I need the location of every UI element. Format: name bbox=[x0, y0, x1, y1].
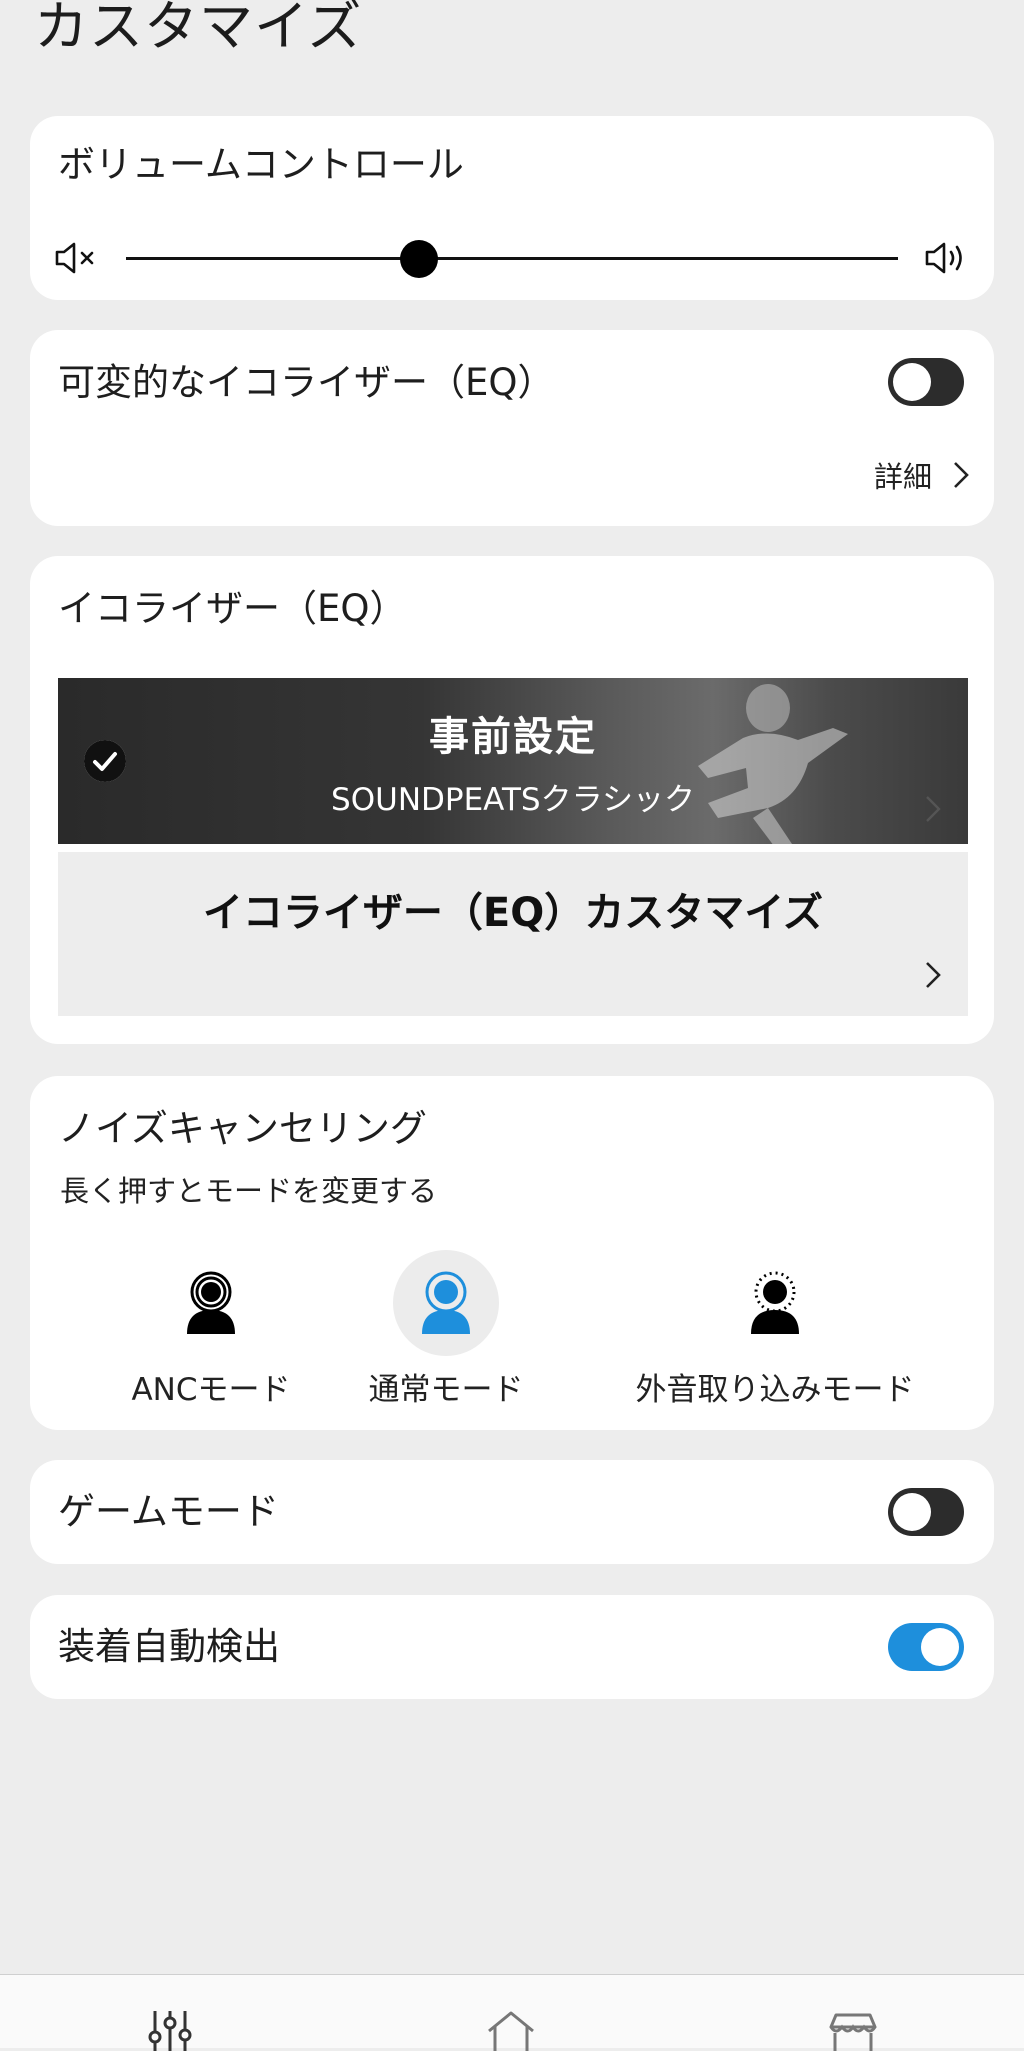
toggle-knob bbox=[921, 1628, 959, 1666]
page-title: カスタマイズ bbox=[34, 0, 363, 58]
game-mode-card: ゲームモード bbox=[30, 1460, 994, 1564]
noise-cancelling-title: ノイズキャンセリング bbox=[58, 1107, 427, 1150]
game-mode-toggle[interactable] bbox=[888, 1488, 964, 1536]
wear-detection-toggle[interactable] bbox=[888, 1623, 964, 1671]
chevron-right-icon bbox=[926, 796, 941, 822]
toggle-knob bbox=[893, 363, 931, 401]
speaker-mute-icon[interactable] bbox=[54, 240, 100, 276]
wear-detection-title: 装着自動検出 bbox=[58, 1625, 280, 1668]
details-link[interactable]: 詳細 bbox=[874, 454, 970, 496]
speaker-loud-icon[interactable] bbox=[924, 240, 970, 276]
noise-cancelling-subtitle: 長く押すとモードを変更する bbox=[60, 1174, 438, 1208]
mode-label: ANCモード bbox=[131, 1372, 291, 1408]
toggle-knob bbox=[893, 1493, 931, 1531]
bottom-nav bbox=[0, 1974, 1024, 2051]
chevron-right-icon bbox=[926, 962, 941, 988]
game-mode-title: ゲームモード bbox=[58, 1490, 279, 1533]
mode-icon-wrap bbox=[393, 1250, 499, 1356]
equalizer-title: イコライザー（EQ） bbox=[58, 587, 407, 630]
mode-icon-wrap bbox=[158, 1250, 264, 1356]
normal-mode-icon bbox=[422, 1271, 470, 1334]
ambient-mode-option[interactable]: 外音取り込みモード bbox=[615, 1250, 935, 1409]
wear-detection-card: 装着自動検出 bbox=[30, 1595, 994, 1699]
variable-eq-card: 可変的なイコライザー（EQ） 詳細 bbox=[30, 330, 994, 526]
store-icon[interactable] bbox=[828, 2011, 878, 2051]
volume-slider-track[interactable] bbox=[126, 257, 898, 260]
variable-eq-title: 可変的なイコライザー（EQ） bbox=[58, 361, 555, 404]
equalizer-card: イコライザー（EQ） 事前設定 SOUNDPEATSクラシック イコライザー（E… bbox=[30, 556, 994, 1044]
anc-mode-icon bbox=[187, 1271, 235, 1334]
equalizer-sliders-icon[interactable] bbox=[145, 2011, 195, 2051]
anc-mode-option[interactable]: ANCモード bbox=[101, 1250, 321, 1409]
noise-cancelling-card: ノイズキャンセリング 長く押すとモードを変更する ANCモード 通常モード 外音… bbox=[30, 1076, 994, 1430]
ambient-mode-icon bbox=[751, 1271, 799, 1334]
mode-label: 外音取り込みモード bbox=[635, 1372, 915, 1408]
mode-label: 通常モード bbox=[368, 1372, 524, 1408]
details-label: 詳細 bbox=[873, 460, 932, 494]
home-icon[interactable] bbox=[486, 2011, 536, 2051]
volume-title: ボリュームコントロール bbox=[58, 143, 464, 186]
volume-card: ボリュームコントロール bbox=[30, 116, 994, 300]
chevron-right-icon bbox=[954, 462, 969, 488]
custom-eq-button[interactable]: イコライザー（EQ）カスタマイズ bbox=[58, 852, 968, 1016]
variable-eq-toggle[interactable] bbox=[888, 358, 964, 406]
volume-slider-thumb[interactable] bbox=[400, 240, 439, 278]
preset-title: 事前設定 bbox=[429, 714, 597, 760]
preset-subtitle: SOUNDPEATSクラシック bbox=[331, 782, 695, 818]
normal-mode-option[interactable]: 通常モード bbox=[336, 1250, 556, 1409]
preset-eq-banner[interactable]: 事前設定 SOUNDPEATSクラシック bbox=[58, 678, 968, 844]
custom-eq-title: イコライザー（EQ）カスタマイズ bbox=[202, 890, 824, 936]
mode-icon-wrap bbox=[722, 1250, 828, 1356]
